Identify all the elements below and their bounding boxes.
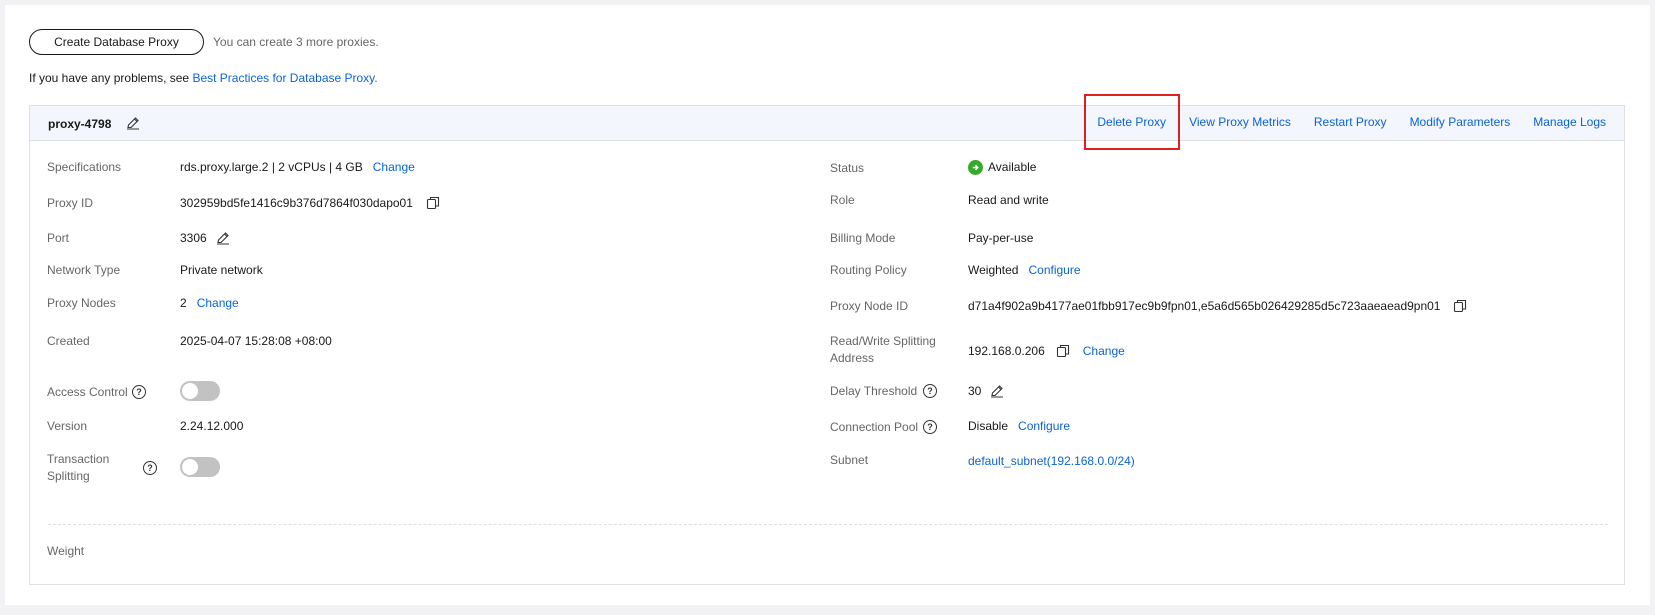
connection-pool-help-icon[interactable]: ? xyxy=(923,420,937,434)
billing-mode-value: Pay-per-use xyxy=(968,231,1034,245)
billing-mode-label: Billing Mode xyxy=(830,231,896,245)
configure-routing-policy-link[interactable]: Configure xyxy=(1028,261,1080,279)
network-type-value: Private network xyxy=(180,263,263,277)
delay-threshold-help-icon[interactable]: ? xyxy=(923,384,937,398)
proxy-id-text: 302959bd5fe1416c9b376d7864f030dapo01 xyxy=(180,196,413,210)
edit-name-icon[interactable] xyxy=(125,115,141,131)
proxy-card: proxy-4798 Delete Proxy View Proxy Metri… xyxy=(29,105,1625,585)
copy-rw-address-icon[interactable] xyxy=(1055,343,1071,359)
role-value: Read and write xyxy=(968,193,1049,207)
access-control-label: Access Control xyxy=(47,385,128,399)
proxy-card-header: proxy-4798 Delete Proxy View Proxy Metri… xyxy=(30,106,1624,141)
change-specifications-link[interactable]: Change xyxy=(373,158,415,176)
transaction-splitting-help-icon[interactable]: ? xyxy=(143,461,157,475)
routing-policy-value: Weighted Configure xyxy=(968,261,1081,279)
rw-address-label-line2: Address xyxy=(830,351,875,365)
create-database-proxy-button[interactable]: Create Database Proxy xyxy=(29,29,204,55)
proxy-id-label: Proxy ID xyxy=(47,196,94,210)
rw-address-value: 192.168.0.206 Change xyxy=(968,342,1125,360)
edit-delay-threshold-icon[interactable] xyxy=(989,383,1005,399)
help-tip-prefix: If you have any problems, see xyxy=(29,71,190,85)
delay-threshold-label: Delay Threshold xyxy=(830,384,918,398)
transaction-splitting-label-line2: Splitting xyxy=(47,469,90,483)
transaction-splitting-label-line1: Transaction xyxy=(47,452,110,466)
proxy-node-id-text: d71a4f902a9b4177ae01fbb917ec9b9fpn01,e5a… xyxy=(968,299,1441,313)
version-value: 2.24.12.000 xyxy=(180,419,244,433)
status-available-icon xyxy=(968,159,983,175)
specifications-label: Specifications xyxy=(47,160,122,174)
weight-label: Weight xyxy=(47,544,85,558)
help-tip: If you have any problems, see Best Pract… xyxy=(29,71,378,85)
access-control-help-icon[interactable]: ? xyxy=(132,385,146,399)
rw-address-label-line1: Read/Write Splitting xyxy=(830,334,936,348)
status-text: Available xyxy=(988,160,1037,174)
port-value: 3306 xyxy=(180,229,231,247)
modify-parameters-button[interactable]: Modify Parameters xyxy=(1410,115,1511,129)
specifications-value: rds.proxy.large.2 | 2 vCPUs | 4 GB Chang… xyxy=(180,158,415,176)
best-practices-link[interactable]: Best Practices for Database Proxy. xyxy=(192,71,377,85)
restart-proxy-button[interactable]: Restart Proxy xyxy=(1314,115,1387,129)
status-label: Status xyxy=(830,161,865,175)
copy-proxy-node-id-icon[interactable] xyxy=(1452,298,1468,314)
port-label: Port xyxy=(47,231,70,245)
proxy-nodes-value: 2 Change xyxy=(180,294,239,312)
proxy-nodes-label: Proxy Nodes xyxy=(47,296,116,310)
proxy-id-value: 302959bd5fe1416c9b376d7864f030dapo01 xyxy=(180,194,441,212)
status-value: Available xyxy=(968,158,1036,176)
change-rw-address-link[interactable]: Change xyxy=(1083,342,1125,360)
subnet-label: Subnet xyxy=(830,453,869,467)
port-text: 3306 xyxy=(180,231,207,245)
access-control-toggle[interactable] xyxy=(180,381,220,401)
version-label: Version xyxy=(47,419,88,433)
view-proxy-metrics-button[interactable]: View Proxy Metrics xyxy=(1189,115,1291,129)
proxy-nodes-text: 2 xyxy=(180,296,187,310)
delete-proxy-highlight xyxy=(1084,94,1180,150)
edit-port-icon[interactable] xyxy=(215,230,231,246)
proxy-node-id-label: Proxy Node ID xyxy=(830,299,909,313)
proxy-node-id-value: d71a4f902a9b4177ae01fbb917ec9b9fpn01,e5a… xyxy=(968,297,1468,315)
proxy-name: proxy-4798 xyxy=(48,117,112,131)
created-label: Created xyxy=(47,334,90,348)
proxy-quota-text: You can create 3 more proxies. xyxy=(213,35,379,49)
routing-policy-label: Routing Policy xyxy=(830,263,907,277)
delay-threshold-value: 30 xyxy=(968,382,1005,400)
copy-proxy-id-icon[interactable] xyxy=(425,195,441,211)
created-value: 2025-04-07 15:28:08 +08:00 xyxy=(180,334,332,348)
section-divider xyxy=(48,524,1608,525)
network-type-label: Network Type xyxy=(47,263,121,277)
connection-pool-label: Connection Pool xyxy=(830,420,919,434)
delay-threshold-text: 30 xyxy=(968,384,982,398)
configure-connection-pool-link[interactable]: Configure xyxy=(1018,417,1070,435)
transaction-splitting-toggle[interactable] xyxy=(180,457,220,477)
manage-logs-button[interactable]: Manage Logs xyxy=(1533,115,1606,129)
change-proxy-nodes-link[interactable]: Change xyxy=(197,294,239,312)
routing-policy-text: Weighted xyxy=(968,263,1019,277)
rw-address-text: 192.168.0.206 xyxy=(968,344,1045,358)
specifications-text: rds.proxy.large.2 | 2 vCPUs | 4 GB xyxy=(180,160,363,174)
subnet-link[interactable]: default_subnet(192.168.0.0/24) xyxy=(968,452,1135,470)
connection-pool-text: Disable xyxy=(968,419,1009,433)
connection-pool-value: Disable Configure xyxy=(968,417,1070,435)
role-label: Role xyxy=(830,193,855,207)
